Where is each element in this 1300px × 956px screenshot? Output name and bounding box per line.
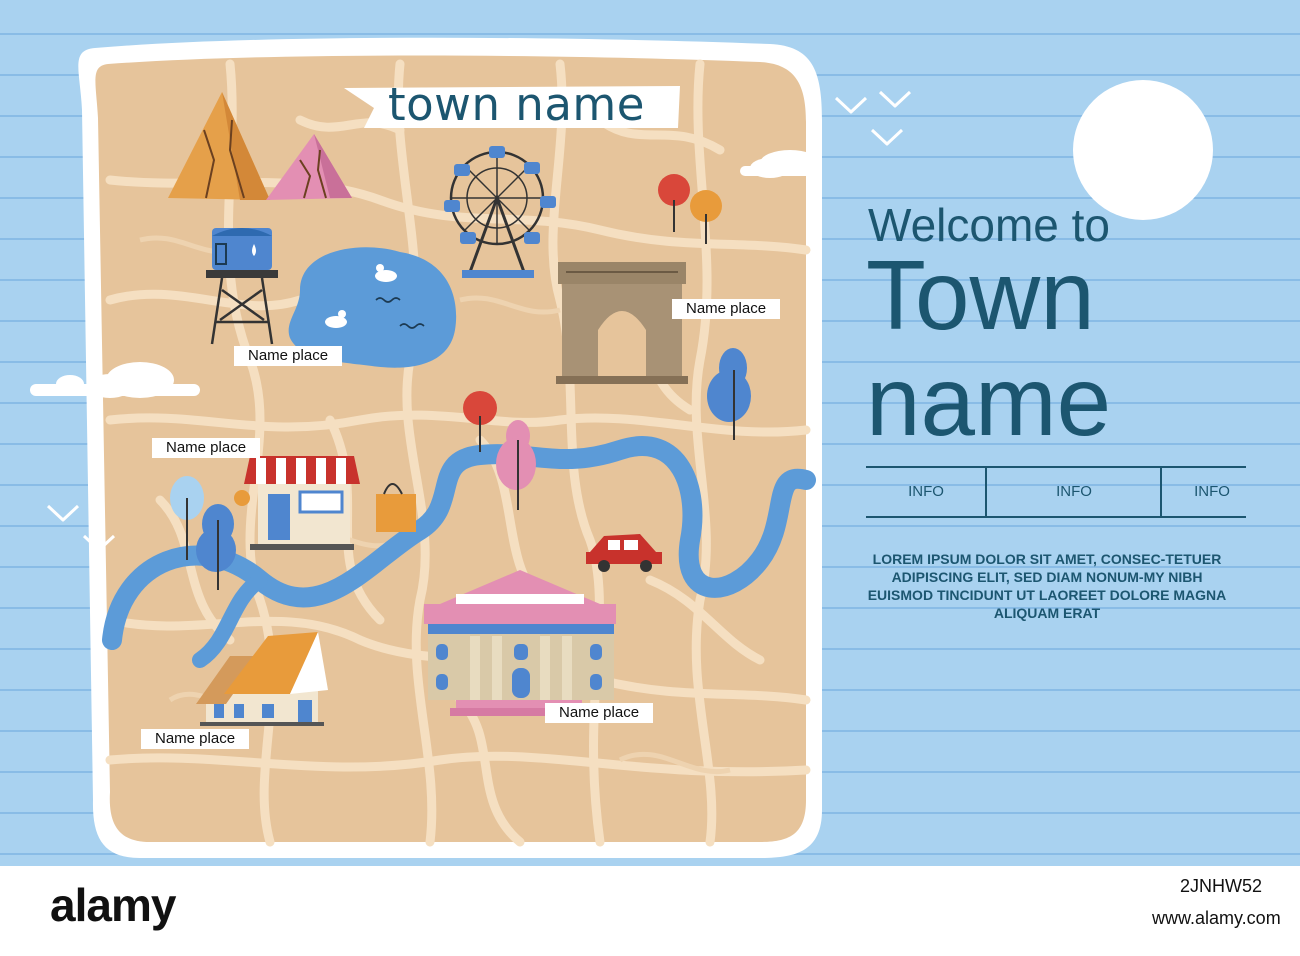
place-label-water-tower: Name place [234,346,343,366]
stock-footer [0,866,1300,956]
map-title: town name [388,78,645,131]
info-cell: INFO [1194,483,1230,500]
place-label-shop: Name place [152,438,261,458]
town-heading: Town [866,240,1095,350]
stock-url: www.alamy.com [1152,908,1281,928]
place-label-museum: Name place [545,703,654,723]
info-cell: INFO [1056,483,1092,500]
info-cell: INFO [908,483,944,500]
stock-logo: alamy [50,879,176,931]
info-table: INFO INFO INFO [866,466,1246,518]
place-label-arch: Name place [672,299,781,319]
place-label-house: Name place [141,729,250,749]
name-heading: name [866,346,1112,456]
description-text: LOREM IPSUM DOLOR SIT AMET, CONSEC-TETUE… [867,551,1227,621]
stock-image-id: 2JNHW52 [1180,876,1263,896]
